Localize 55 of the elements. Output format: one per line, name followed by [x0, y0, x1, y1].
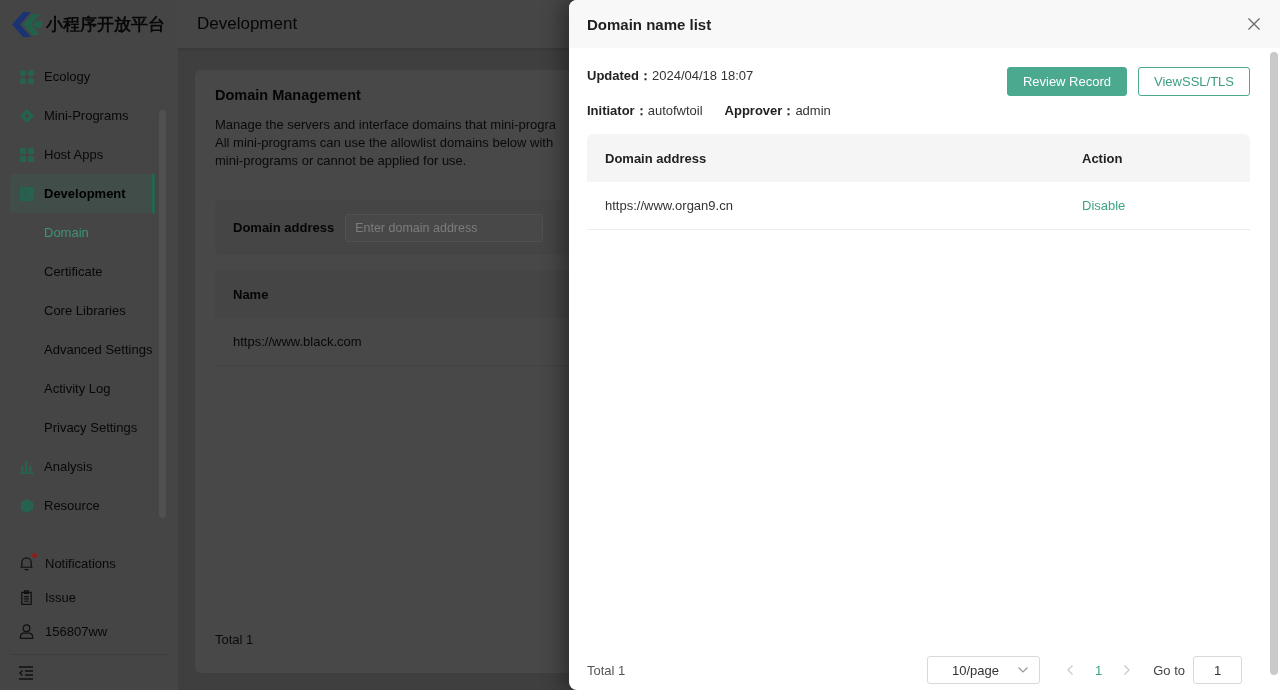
meta-value: autofwtoil: [647, 102, 703, 120]
column-header: Name: [233, 286, 269, 302]
drawer-title: Domain name list: [587, 15, 712, 33]
disable-link[interactable]: Disable: [1082, 198, 1126, 213]
table-cell-text: https://www.organ9.cn: [604, 198, 734, 213]
page-header-title: Development: [197, 14, 298, 34]
meta-label: Approver：: [724, 102, 796, 120]
table-cell: https://www.black.com: [233, 334, 362, 349]
diamond-icon: [20, 108, 34, 123]
user-icon: [19, 623, 34, 639]
submenu-item[interactable]: Activity Log: [10, 369, 155, 408]
chevron-down-icon: [1017, 667, 1028, 673]
brand-title: 小程序开放平台: [46, 12, 165, 36]
scrollbar-thumb[interactable]: [1270, 52, 1278, 675]
page-number[interactable]: 1: [1094, 662, 1103, 678]
menu-item[interactable]: Host Apps: [10, 135, 155, 174]
total-count: Total 1: [215, 632, 255, 648]
submenu-item[interactable]: Certificate: [10, 252, 155, 291]
sidebar-link[interactable]: Notifications: [0, 546, 178, 580]
review-record-button[interactable]: Review Record: [1006, 67, 1128, 96]
filter-label: Domain address: [233, 220, 335, 235]
meta-value: 2024/04/18 18:07: [652, 67, 754, 85]
column-header: Domain address: [604, 150, 708, 166]
menu-fold-icon[interactable]: [18, 665, 34, 680]
sidebar-link[interactable]: 156807ww: [0, 614, 178, 648]
menu-item[interactable]: Ecology: [10, 57, 155, 96]
goto-label: Go to: [1153, 662, 1185, 678]
grid-icon: [20, 147, 34, 162]
menu-item[interactable]: Mini-Programs: [10, 96, 155, 135]
four-dots-icon: [20, 69, 34, 84]
total-count: Total 1: [587, 662, 626, 678]
submenu-item[interactable]: Domain: [10, 213, 155, 252]
menu-item[interactable]: Analysis: [10, 447, 155, 486]
submenu-item[interactable]: Privacy Settings: [10, 408, 155, 447]
menu-item[interactable]: Resource: [10, 486, 155, 525]
close-icon[interactable]: [1248, 18, 1260, 30]
submenu-item[interactable]: Advanced Settings: [10, 330, 155, 369]
sidebar-link[interactable]: Issue: [0, 580, 178, 614]
goto-page-field[interactable]: 1: [1193, 656, 1242, 684]
section-description: Manage the servers and interface domains that mini-progra All mini-programs can use the allowlist domains below with mini-programs or cannot be applied for use.: [215, 116, 558, 170]
menu-item[interactable]: Development: [10, 174, 155, 213]
logo-icon: [12, 11, 42, 37]
cube-icon: [20, 498, 34, 513]
view-ssl-button[interactable]: ViewSSL/TLS: [1138, 67, 1250, 96]
submenu-item[interactable]: Core Libraries: [10, 291, 155, 330]
section-title: Domain Management: [215, 86, 362, 104]
page-size-select[interactable]: 10/page: [926, 656, 1040, 684]
bell-icon: [19, 555, 34, 571]
clipboard-icon: [19, 589, 34, 605]
terminal-icon: [20, 186, 34, 201]
meta-value: admin: [795, 102, 831, 120]
column-header: Action: [1081, 150, 1123, 166]
bar-chart-icon: [20, 459, 34, 474]
meta-label: Updated：: [587, 67, 652, 85]
meta-label: Initiator：: [587, 102, 648, 120]
